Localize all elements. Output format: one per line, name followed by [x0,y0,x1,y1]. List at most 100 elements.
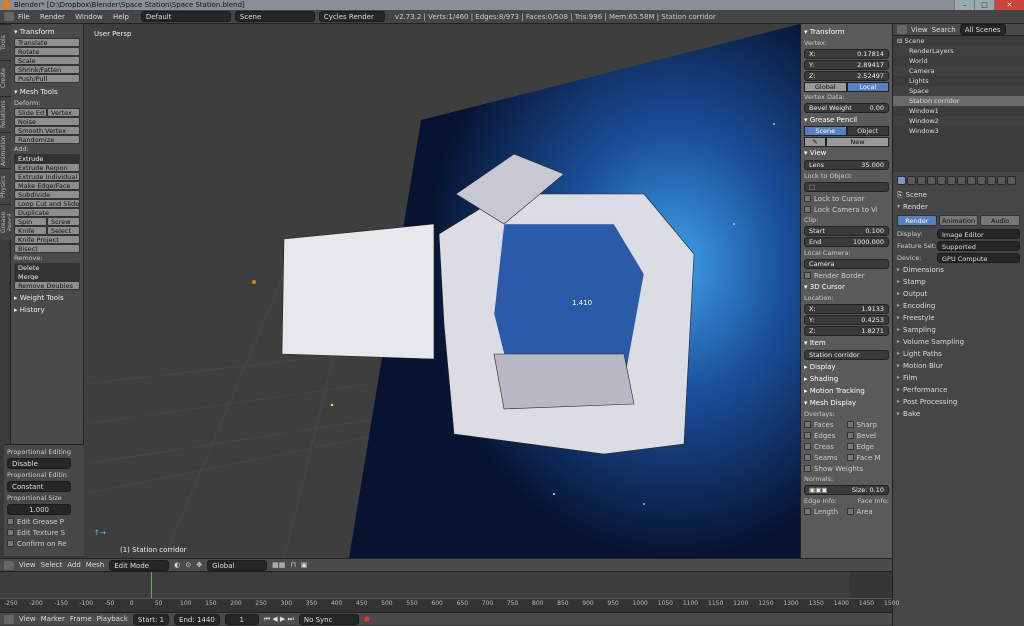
checkbox-icon[interactable] [7,518,14,525]
make-edge-face-button[interactable]: Make Edge/Face [14,181,80,190]
select-menu[interactable]: Select [41,561,63,569]
end-frame-field[interactable]: End: 1440 [174,613,220,625]
cursor-y-field[interactable]: Y: 0.4253 [804,315,889,325]
show-weights-check[interactable]: Show Weights [804,463,889,474]
playback-controls-icon[interactable]: ⏮ ◀ ▶ ⏭ [264,615,294,624]
section-bake[interactable]: ▸ Bake [897,408,1020,420]
render-engine-select[interactable]: Cycles Render [318,11,385,22]
shading-icon[interactable]: ◐ [174,561,180,569]
mesh-display-header[interactable]: ▾ Mesh Display [804,397,889,409]
add-menu[interactable]: Add [67,561,81,569]
outliner-type-icon[interactable] [897,25,907,34]
extrude-individual-button[interactable]: Extrude Individual [14,172,80,181]
slide-edge-button[interactable]: Slide Ed [14,108,47,117]
checkbox-icon[interactable] [804,195,811,202]
rotate-button[interactable]: Rotate [14,47,80,56]
smooth-vertex-button[interactable]: Smooth Vertex [14,126,80,135]
item-header[interactable]: ▾ Item [804,337,889,349]
device-select[interactable]: GPU Compute [937,253,1020,263]
grease-pencil-header[interactable]: ▾ Grease Pencil [804,114,889,126]
pivot-icon[interactable]: ⊙ [185,561,191,569]
modifiers-tab-icon[interactable] [957,175,966,185]
outliner-filter-select[interactable]: All Scenes [959,24,1006,35]
close-button[interactable]: ✕ [994,0,1024,10]
remove-doubles-button[interactable]: Remove Doubles [14,281,80,290]
layout-selector[interactable]: Default [140,11,231,22]
clip-end-field[interactable]: End 1000.000 [804,237,889,247]
outliner-view-menu[interactable]: View [911,26,928,34]
render-tab-icon[interactable] [897,175,906,185]
spin-button[interactable]: Spin [14,217,47,226]
section-encoding[interactable]: ▸ Encoding [897,300,1020,312]
pencil-icon[interactable]: ✎ [804,137,826,147]
edges-check[interactable]: Edges [804,430,847,441]
playback-menu[interactable]: Playback [97,615,128,623]
lock-cursor-check[interactable]: Lock to Cursor [804,193,889,204]
vertex-x-field[interactable]: X: 0.17814 [804,49,889,59]
local-camera-field[interactable]: Camera [804,259,889,269]
section-film[interactable]: ▸ Film [897,372,1020,384]
outliner-row-world[interactable]: World [893,56,1024,66]
frame-ruler[interactable]: -250 -200 -150 -100 -50 0 50 100 150 200 250 300 350… [0,598,899,612]
transform-panel-header[interactable]: ▾ Transform [14,26,80,38]
history-header[interactable]: ▸ History [14,304,80,316]
checkbox-icon[interactable] [7,540,14,547]
maximize-button[interactable]: □ [974,0,994,10]
checkbox-icon[interactable] [846,421,854,428]
section-output[interactable]: ▸ Output [897,288,1020,300]
vertex-y-field[interactable]: Y: 2.89417 [804,60,889,70]
tab-relations[interactable]: Relations [0,96,11,132]
outliner-row-lights[interactable]: Lights [893,76,1024,86]
layers-icon[interactable]: ▦▦ [272,561,285,569]
motion-tracking-header[interactable]: ▸ Motion Tracking [804,385,889,397]
bevel-weight-field[interactable]: Bevel Weight 0.00 [804,103,889,113]
constraints-tab-icon[interactable] [947,175,956,185]
outliner-search-menu[interactable]: Search [932,26,956,34]
delete-menu[interactable]: Delete [14,263,80,272]
faces-check[interactable]: Faces [804,419,847,430]
translate-button[interactable]: Translate [14,38,80,47]
material-tab-icon[interactable] [977,175,986,185]
render-panel-header[interactable]: ▾ Render [897,201,1020,213]
edit-texture-check[interactable]: Edit Texture S [7,527,81,538]
outliner-row-camera[interactable]: Camera [893,66,1024,76]
lens-field[interactable]: Lens 35.000 [804,160,889,170]
extrude-menu[interactable]: Extrude [14,154,80,163]
view-menu[interactable]: View [19,561,36,569]
tab-animation[interactable]: Animation [0,132,11,168]
checkbox-icon[interactable] [846,432,854,439]
duplicate-button[interactable]: Duplicate [14,208,80,217]
menu-help[interactable]: Help [113,13,129,21]
weight-tools-header[interactable]: ▸ Weight Tools [14,292,80,304]
display-select[interactable]: Image Editor [937,229,1020,239]
checkbox-icon[interactable] [7,529,14,536]
checkbox-icon[interactable] [804,443,811,450]
normal-size-field[interactable]: ▣▣▣ Size: 0.10 [804,485,889,495]
render-button[interactable]: Render [897,215,937,226]
gp-new-button[interactable]: New [826,137,889,147]
shrink-fatten-button[interactable]: Shrink/Fatten [14,65,80,74]
tab-tools[interactable]: Tools [0,24,11,60]
manipulator-icon[interactable]: ✥ [196,561,202,569]
outliner-row-window2[interactable]: Window2 [893,116,1024,126]
merge-menu[interactable]: Merge [14,272,80,281]
physics-tab-icon[interactable] [1007,175,1016,185]
checkbox-icon[interactable] [846,454,854,461]
knife-button[interactable]: Knife [14,226,47,235]
subdivide-button[interactable]: Subdivide [14,190,80,199]
outliner-row-window3[interactable]: Window3 [893,126,1024,136]
tab-grease-pencil[interactable]: Grease Pencil [0,204,14,240]
world-tab-icon[interactable] [927,175,936,185]
proportional-editing-select[interactable]: Disable [7,458,71,469]
local-button[interactable]: Local [846,82,889,92]
outliner-row-renderlayers[interactable]: RenderLayers [893,46,1024,56]
timeline-view-menu[interactable]: View [19,615,36,623]
randomize-button[interactable]: Randomize [14,135,80,144]
checkbox-icon[interactable] [804,206,811,213]
record-icon[interactable]: ● [364,615,370,623]
loop-cut-button[interactable]: Loop Cut and Slide [14,199,80,208]
frame-menu[interactable]: Frame [70,615,92,623]
render-preview-icon[interactable]: ▣ [301,561,308,569]
data-tab-icon[interactable] [967,175,976,185]
texture-tab-icon[interactable] [987,175,996,185]
